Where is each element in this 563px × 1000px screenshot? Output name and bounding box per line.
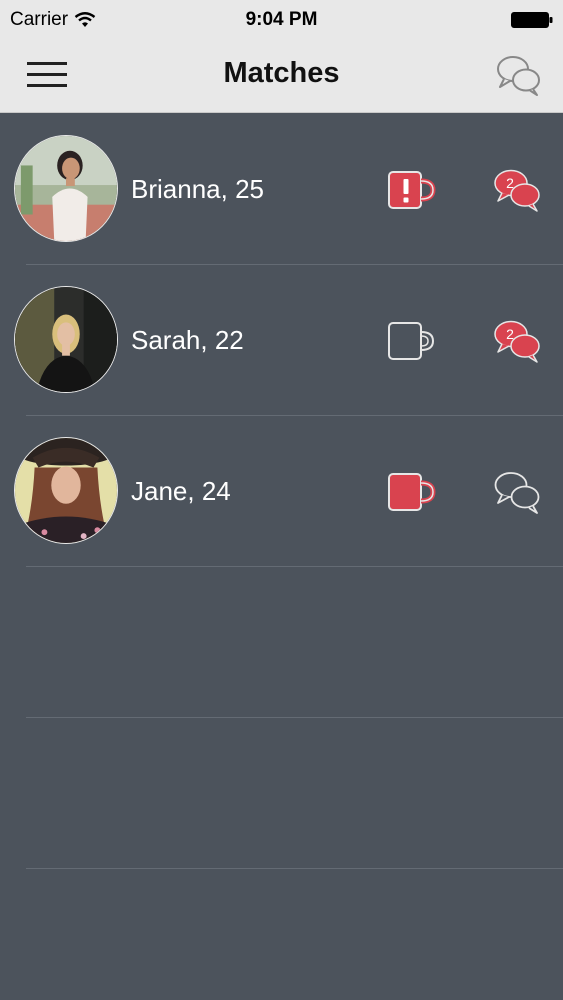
messages-button[interactable] — [493, 469, 545, 515]
battery-icon — [511, 12, 553, 28]
chat-bubbles-icon — [497, 56, 540, 96]
status-bar: Carrier 9:04 PM — [0, 0, 563, 40]
chat-unread-icon: 2 — [494, 320, 540, 363]
match-row[interactable]: Jane, 24 — [0, 416, 563, 567]
unread-count: 2 — [506, 175, 514, 191]
match-row[interactable]: Sarah, 22 2 — [0, 265, 563, 416]
avatar[interactable] — [14, 437, 118, 544]
empty-row — [0, 718, 563, 869]
chats-button[interactable] — [495, 52, 545, 98]
empty-row — [0, 567, 563, 718]
coffee-date-button[interactable] — [385, 169, 437, 213]
matches-list: Brianna, 25 2 Sarah, 22 2 Jane, 24 — [0, 114, 563, 869]
coffee-date-button[interactable] — [385, 471, 437, 515]
avatar-photo — [15, 136, 117, 241]
coffee-mug-filled-icon — [388, 473, 436, 511]
match-name: Jane, 24 — [131, 476, 231, 506]
row-divider — [26, 868, 563, 869]
coffee-date-button[interactable] — [385, 320, 437, 364]
match-row[interactable]: Brianna, 25 2 — [0, 114, 563, 265]
messages-button[interactable]: 2 — [493, 318, 545, 364]
coffee-mug-alert-icon — [388, 171, 436, 209]
messages-button[interactable]: 2 — [493, 167, 545, 213]
avatar[interactable] — [14, 135, 118, 242]
page-title: Matches — [223, 57, 340, 89]
status-time: 9:04 PM — [245, 9, 318, 30]
navigation-bar: Matches — [0, 40, 563, 113]
avatar-photo — [15, 287, 117, 392]
match-name: Sarah, 22 — [131, 325, 244, 355]
unread-count: 2 — [506, 326, 514, 342]
coffee-mug-empty-icon — [388, 322, 435, 360]
chat-bubbles-icon — [494, 472, 540, 514]
avatar[interactable] — [14, 286, 118, 393]
avatar-photo — [15, 438, 117, 543]
chat-unread-icon: 2 — [494, 169, 540, 212]
match-name: Brianna, 25 — [131, 174, 264, 204]
